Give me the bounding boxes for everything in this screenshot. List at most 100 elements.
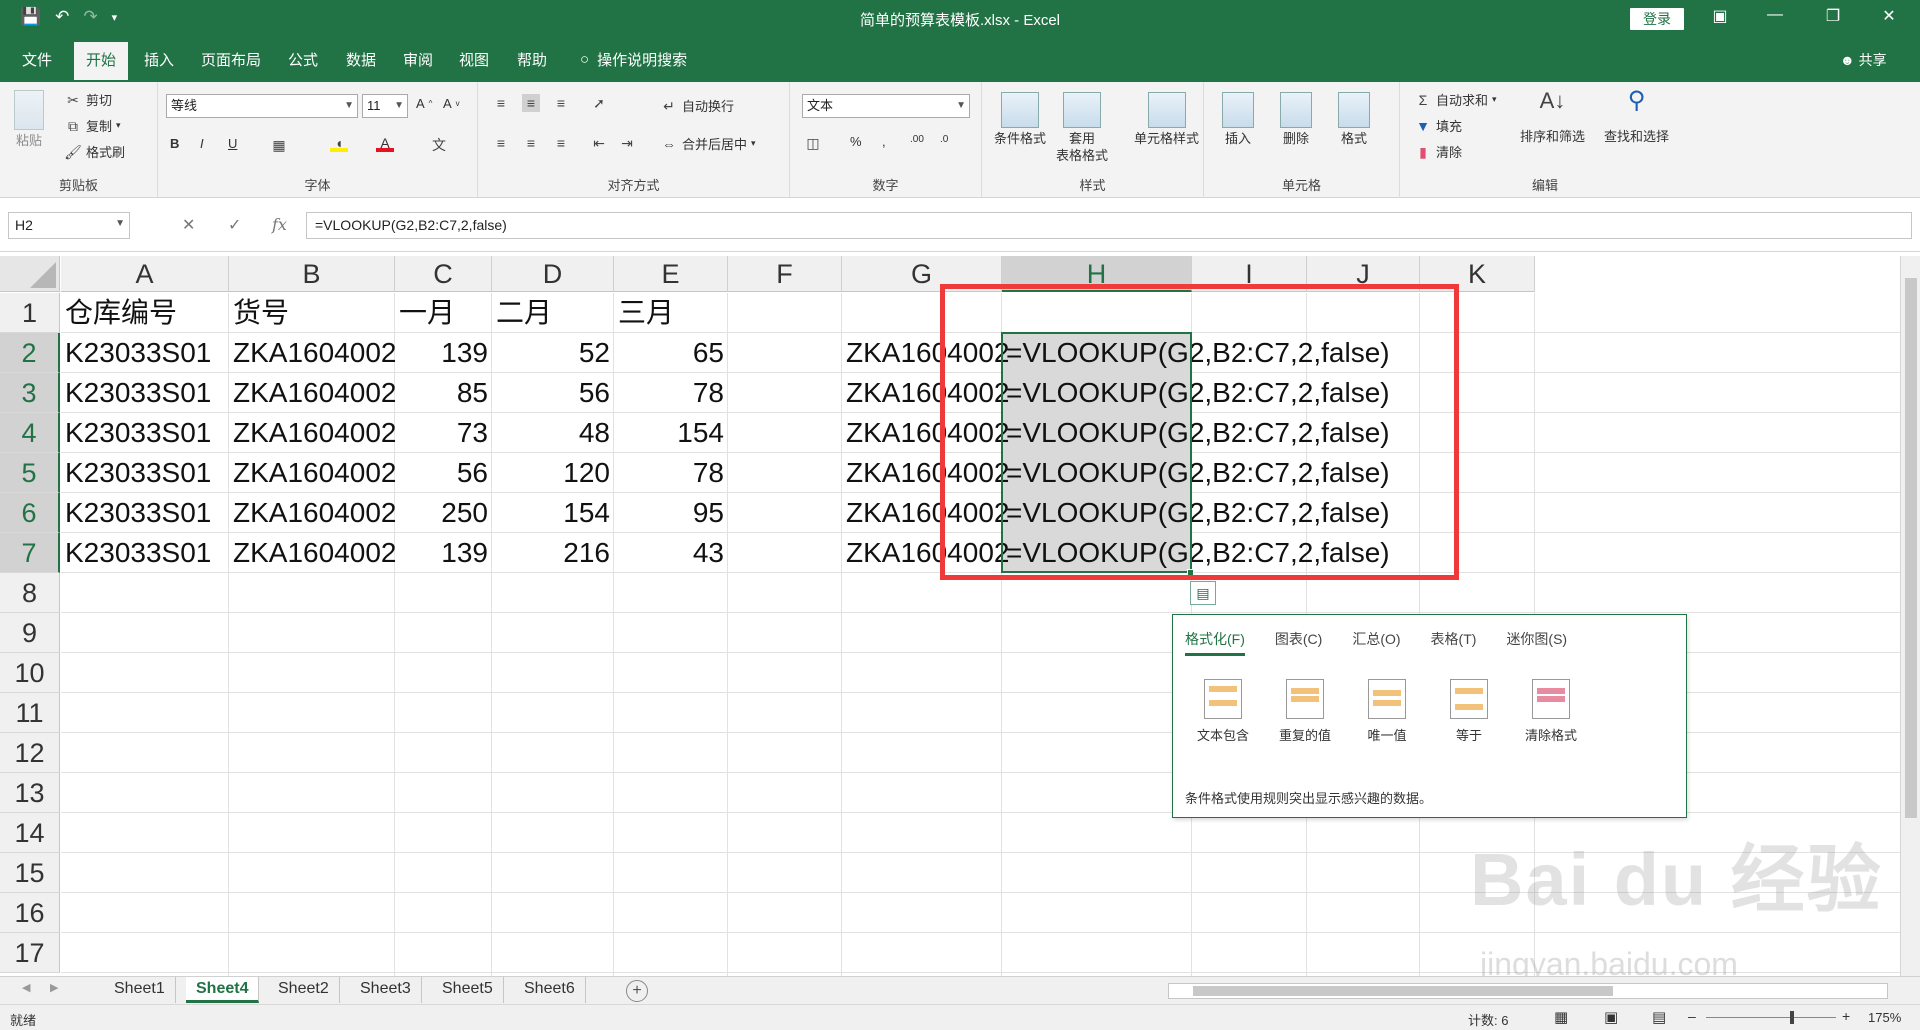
column-header-f[interactable]: F <box>728 256 842 292</box>
row-header-12[interactable]: 12 <box>0 733 60 773</box>
cell-c3[interactable]: 85 <box>395 373 492 413</box>
row-header-17[interactable]: 17 <box>0 933 60 973</box>
increase-decimal-button[interactable]: .00 <box>910 134 924 145</box>
tab-home[interactable]: 开始 <box>74 42 129 82</box>
increase-indent-button[interactable]: ⇥ <box>618 134 636 152</box>
percent-button[interactable]: % <box>850 134 862 149</box>
align-middle-button[interactable]: ≡ <box>522 94 540 112</box>
login-button[interactable]: 登录 <box>1630 8 1684 30</box>
add-sheet-icon[interactable]: + <box>626 980 648 1002</box>
qa-tab-3[interactable]: 表格(T) <box>1431 629 1477 656</box>
cut-button[interactable]: ✂ 剪切 <box>64 90 112 109</box>
cell-header-e[interactable]: 三月 <box>614 293 678 333</box>
row-header-6[interactable]: 6 <box>0 493 60 533</box>
cell-e3[interactable]: 78 <box>614 373 728 413</box>
decrease-decimal-button[interactable]: .0 <box>940 134 948 145</box>
cell-a6[interactable]: K23033S01 <box>61 493 215 533</box>
conditional-formatting-button[interactable]: 条件格式 <box>994 92 1046 147</box>
font-color-button[interactable]: A <box>376 134 394 152</box>
cell-c7[interactable]: 139 <box>395 533 492 573</box>
cell-b4[interactable]: ZKA1604002 <box>229 413 400 453</box>
cell-d5[interactable]: 120 <box>492 453 614 493</box>
tab-insert[interactable]: 插入 <box>144 49 174 70</box>
cell-c2[interactable]: 139 <box>395 333 492 373</box>
row-header-2[interactable]: 2 <box>0 333 60 373</box>
cell-c5[interactable]: 56 <box>395 453 492 493</box>
cell-b3[interactable]: ZKA1604002 <box>229 373 400 413</box>
sort-filter-button[interactable]: A↓ 排序和筛选 <box>1520 90 1585 145</box>
column-header-e[interactable]: E <box>614 256 728 292</box>
column-header-d[interactable]: D <box>492 256 614 292</box>
comma-button[interactable]: , <box>882 134 886 149</box>
italic-button[interactable]: I <box>200 136 204 151</box>
scroll-right-icon[interactable]: ▶ <box>50 981 58 994</box>
normal-view-icon[interactable]: ▦ <box>1554 1008 1568 1026</box>
tab-formulas[interactable]: 公式 <box>288 49 318 70</box>
clear-button[interactable]: ▮ 清除 <box>1414 142 1462 161</box>
align-bottom-button[interactable]: ≡ <box>552 94 570 112</box>
cell-d7[interactable]: 216 <box>492 533 614 573</box>
row-header-15[interactable]: 15 <box>0 853 60 893</box>
row-header-11[interactable]: 11 <box>0 693 60 733</box>
tab-data[interactable]: 数据 <box>346 49 376 70</box>
align-right-button[interactable]: ≡ <box>552 134 570 152</box>
sheet-tab-sheet3[interactable]: Sheet3 <box>350 977 422 1003</box>
row-header-7[interactable]: 7 <box>0 533 60 573</box>
accounting-format-button[interactable]: ◫ <box>804 134 822 152</box>
tab-file[interactable]: 文件 <box>22 49 52 70</box>
cell-b7[interactable]: ZKA1604002 <box>229 533 400 573</box>
row-header-10[interactable]: 10 <box>0 653 60 693</box>
scroll-left-icon[interactable]: ◀ <box>22 981 30 994</box>
sheet-tab-sheet6[interactable]: Sheet6 <box>514 977 586 1003</box>
borders-button[interactable]: ▦ <box>270 136 288 154</box>
page-layout-view-icon[interactable]: ▣ <box>1604 1008 1618 1026</box>
cell-a4[interactable]: K23033S01 <box>61 413 215 453</box>
qa-item-0[interactable]: 文本包含 <box>1193 679 1253 744</box>
zoom-slider-thumb[interactable] <box>1790 1011 1794 1024</box>
format-painter-button[interactable]: 🖌 格式刷 <box>64 142 125 161</box>
sheet-tab-sheet2[interactable]: Sheet2 <box>268 977 340 1003</box>
cell-a2[interactable]: K23033S01 <box>61 333 215 373</box>
orientation-button[interactable]: ➚ <box>590 94 608 112</box>
cell-header-c[interactable]: 一月 <box>395 293 459 333</box>
insert-function-icon[interactable]: fx <box>272 215 287 234</box>
quick-analysis-icon[interactable]: ▤ <box>1190 581 1216 605</box>
cell-c4[interactable]: 73 <box>395 413 492 453</box>
row-header-8[interactable]: 8 <box>0 573 60 613</box>
qa-item-3[interactable]: 等于 <box>1439 679 1499 744</box>
cell-b5[interactable]: ZKA1604002 <box>229 453 400 493</box>
zoom-slider[interactable] <box>1706 1017 1836 1018</box>
column-header-c[interactable]: C <box>395 256 492 292</box>
minimize-icon[interactable]: — <box>1760 6 1790 24</box>
qa-item-4[interactable]: 清除格式 <box>1521 679 1581 744</box>
column-header-b[interactable]: B <box>229 256 395 292</box>
cancel-icon[interactable]: ✕ <box>182 215 195 235</box>
row-header-9[interactable]: 9 <box>0 613 60 653</box>
cell-a3[interactable]: K23033S01 <box>61 373 215 413</box>
cell-a5[interactable]: K23033S01 <box>61 453 215 493</box>
zoom-level[interactable]: 175% <box>1868 1010 1901 1025</box>
cell-d3[interactable]: 56 <box>492 373 614 413</box>
autosum-button[interactable]: Σ 自动求和 ▾ <box>1414 90 1497 109</box>
name-box[interactable]: H2 ▼ <box>8 212 130 239</box>
delete-cells-button[interactable]: 删除 <box>1280 92 1312 147</box>
cell-d2[interactable]: 52 <box>492 333 614 373</box>
row-header-16[interactable]: 16 <box>0 893 60 933</box>
row-header-13[interactable]: 13 <box>0 773 60 813</box>
cell-e7[interactable]: 43 <box>614 533 728 573</box>
cell-e4[interactable]: 154 <box>614 413 728 453</box>
cell-e6[interactable]: 95 <box>614 493 728 533</box>
share-button[interactable]: ☻ 共享 <box>1840 50 1887 70</box>
copy-button[interactable]: ⧉ 复制 ▾ <box>64 116 121 135</box>
font-name-combo[interactable]: 等线 ▼ <box>166 94 358 118</box>
cell-header-a[interactable]: 仓库编号 <box>61 293 181 333</box>
underline-button[interactable]: U <box>228 136 237 151</box>
bold-button[interactable]: B <box>170 136 179 151</box>
wrap-text-button[interactable]: ↵ 自动换行 <box>660 96 734 115</box>
close-icon[interactable]: ✕ <box>1874 6 1904 26</box>
enter-icon[interactable]: ✓ <box>228 215 241 235</box>
align-left-button[interactable]: ≡ <box>492 134 510 152</box>
zoom-out-icon[interactable]: – <box>1688 1008 1696 1024</box>
qa-item-1[interactable]: 重复的值 <box>1275 679 1335 744</box>
qa-item-2[interactable]: 唯一值 <box>1357 679 1417 744</box>
